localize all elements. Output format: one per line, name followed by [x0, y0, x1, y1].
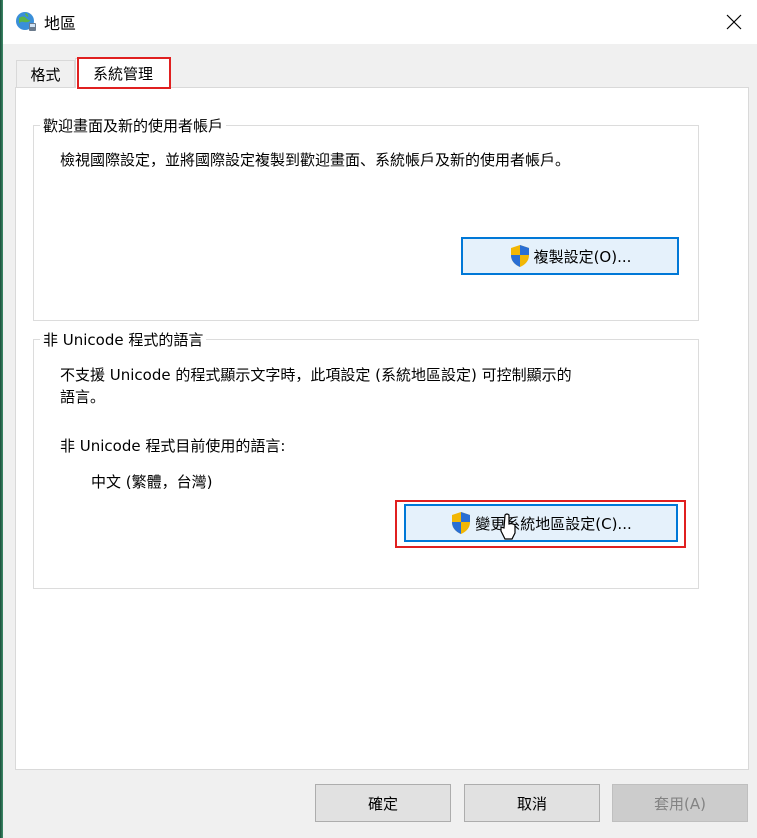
current-language-label: 非 Unicode 程式目前使用的語言: — [60, 437, 286, 455]
apply-label: 套用(A) — [654, 794, 706, 813]
ok-button[interactable]: 確定 — [315, 784, 451, 822]
region-dialog: 地區 格式 系統管理 歡迎畫面及新的使用者帳戶 檢視國際設定，並將國際設定複製到… — [3, 0, 757, 838]
uac-shield-icon — [452, 512, 471, 534]
tab-formats[interactable]: 格式 — [16, 60, 75, 88]
apply-button[interactable]: 套用(A) — [612, 784, 748, 822]
copy-settings-button[interactable]: 複製設定(O)... — [461, 237, 679, 275]
ok-label: 確定 — [367, 794, 398, 813]
change-system-locale-button[interactable]: 變更系統地區設定(C)... — [404, 504, 678, 542]
welcome-description: 檢視國際設定，並將國際設定複製到歡迎畫面、系統帳戶及新的使用者帳戶。 — [60, 151, 571, 169]
copy-settings-label: 複製設定(O)... — [533, 247, 632, 266]
non-unicode-group: 非 Unicode 程式的語言 不支援 Unicode 的程式顯示文字時，此項設… — [33, 329, 699, 589]
cancel-button[interactable]: 取消 — [464, 784, 600, 822]
window-title: 地區 — [44, 14, 77, 33]
close-icon — [726, 14, 742, 30]
tab-label: 格式 — [30, 66, 61, 84]
non-unicode-description-line2: 語言。 — [60, 388, 106, 406]
non-unicode-description-line1: 不支援 Unicode 的程式顯示文字時，此項設定 (系統地區設定) 可控制顯示… — [60, 366, 572, 384]
tab-panel: 歡迎畫面及新的使用者帳戶 檢視國際設定，並將國際設定複製到歡迎畫面、系統帳戶及新… — [15, 87, 749, 770]
uac-shield-icon — [510, 245, 529, 267]
globe-icon — [16, 12, 36, 31]
close-button[interactable] — [711, 0, 757, 44]
cancel-label: 取消 — [516, 794, 547, 813]
tab-label: 系統管理 — [92, 65, 153, 83]
title-bar: 地區 — [3, 0, 757, 44]
tab-administrative[interactable]: 系統管理 — [75, 58, 171, 88]
current-language-value: 中文 (繁體，台灣) — [91, 473, 213, 491]
welcome-group: 歡迎畫面及新的使用者帳戶 檢視國際設定，並將國際設定複製到歡迎畫面、系統帳戶及新… — [33, 115, 699, 321]
mouse-cursor-icon — [500, 513, 516, 540]
non-unicode-group-title: 非 Unicode 程式的語言 — [40, 329, 207, 350]
welcome-group-title: 歡迎畫面及新的使用者帳戶 — [40, 115, 227, 136]
